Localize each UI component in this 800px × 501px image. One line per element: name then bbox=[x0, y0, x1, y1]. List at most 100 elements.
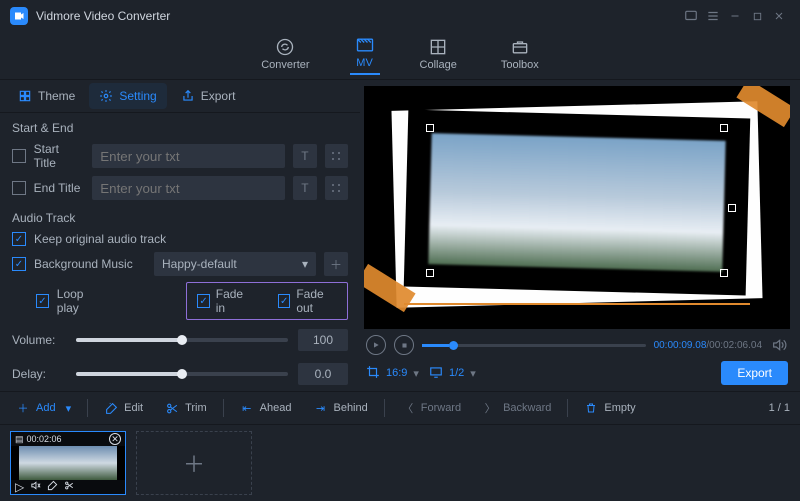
add-clip-button[interactable]: ＋ bbox=[136, 431, 252, 495]
start-title-checkbox[interactable] bbox=[12, 149, 26, 163]
crop-handle[interactable] bbox=[426, 124, 434, 132]
chevron-down-icon: ▾ bbox=[66, 402, 72, 415]
backward-button[interactable]: 〉Backward bbox=[477, 397, 557, 419]
add-music-button[interactable]: ＋ bbox=[324, 252, 348, 276]
export-button[interactable]: Export bbox=[721, 361, 788, 385]
fade-out-checkbox[interactable]: ✓ bbox=[278, 294, 290, 308]
loop-label: Loop play bbox=[57, 287, 104, 315]
delay-value[interactable]: 0.0 bbox=[298, 363, 348, 385]
time-display: 00:00:09.08/00:02:06.04 bbox=[654, 340, 762, 351]
add-button[interactable]: ＋Add▾ bbox=[10, 397, 77, 419]
play-clip-icon[interactable]: ▷ bbox=[15, 480, 24, 494]
tab-label: Theme bbox=[38, 89, 75, 103]
toolbox-icon bbox=[509, 37, 531, 57]
tab-theme[interactable]: Theme bbox=[8, 83, 85, 109]
nav-label: Toolbox bbox=[501, 59, 539, 71]
screen-icon bbox=[429, 365, 443, 382]
section-start-end: Start & End bbox=[0, 113, 360, 139]
tab-setting[interactable]: Setting bbox=[89, 83, 166, 109]
maximize-icon[interactable] bbox=[746, 5, 768, 27]
delay-slider[interactable] bbox=[76, 372, 288, 376]
screens-select[interactable]: 1/2 ▾ bbox=[429, 365, 476, 382]
keep-original-label: Keep original audio track bbox=[34, 232, 166, 246]
bg-music-value: Happy-default bbox=[162, 257, 237, 271]
trim-clip-icon[interactable] bbox=[64, 480, 75, 494]
tab-label: Setting bbox=[119, 89, 156, 103]
page-count: 1 / 1 bbox=[769, 402, 790, 414]
bg-music-select[interactable]: Happy-default ▾ bbox=[154, 252, 316, 276]
nav-toolbox[interactable]: Toolbox bbox=[497, 35, 543, 75]
app-logo bbox=[10, 7, 28, 25]
keep-original-checkbox[interactable]: ✓ bbox=[12, 232, 26, 246]
text-style-icon[interactable]: T bbox=[293, 176, 316, 200]
edit-button[interactable]: Edit bbox=[98, 397, 149, 419]
forward-button[interactable]: 〈Forward bbox=[395, 397, 467, 419]
minimize-icon[interactable] bbox=[724, 5, 746, 27]
wand-icon bbox=[104, 401, 118, 415]
plus-icon: ＋ bbox=[16, 401, 30, 415]
text-style-icon[interactable]: T bbox=[293, 144, 316, 168]
collage-icon bbox=[427, 37, 449, 57]
bg-music-checkbox[interactable]: ✓ bbox=[12, 257, 26, 271]
nav-label: Collage bbox=[420, 59, 457, 71]
crop-icon bbox=[366, 365, 380, 382]
remove-clip-icon[interactable]: ✕ bbox=[109, 433, 121, 445]
behind-button[interactable]: ⇥Behind bbox=[307, 397, 373, 419]
nav-collage[interactable]: Collage bbox=[416, 35, 461, 75]
chevron-down-icon: ▾ bbox=[413, 367, 419, 380]
chevron-down-icon: ▾ bbox=[470, 367, 476, 380]
nav-mv[interactable]: MV bbox=[350, 33, 380, 75]
behind-icon: ⇥ bbox=[313, 401, 327, 415]
volume-value[interactable]: 100 bbox=[298, 329, 348, 351]
volume-slider[interactable] bbox=[76, 338, 288, 342]
edit-clip-icon[interactable] bbox=[47, 480, 58, 494]
menu-icon[interactable] bbox=[702, 5, 724, 27]
gear-icon bbox=[99, 89, 113, 103]
app-title: Vidmore Video Converter bbox=[36, 9, 170, 23]
fade-out-label: Fade out bbox=[296, 287, 337, 315]
tab-label: Export bbox=[201, 89, 236, 103]
nav-label: Converter bbox=[261, 59, 309, 71]
filmstrip-icon: ▤ bbox=[15, 434, 24, 445]
stop-button[interactable] bbox=[394, 335, 414, 355]
scissors-icon bbox=[165, 401, 179, 415]
ahead-button[interactable]: ⇤Ahead bbox=[234, 397, 298, 419]
crop-handle[interactable] bbox=[728, 204, 736, 212]
ahead-icon: ⇤ bbox=[240, 401, 254, 415]
crop-handle[interactable] bbox=[720, 269, 728, 277]
nav-converter[interactable]: Converter bbox=[257, 35, 313, 75]
section-audio-track: Audio Track bbox=[0, 203, 360, 229]
trim-button[interactable]: Trim bbox=[159, 397, 213, 419]
mv-icon bbox=[354, 35, 376, 55]
close-icon[interactable] bbox=[768, 5, 790, 27]
text-align-icon[interactable] bbox=[325, 144, 348, 168]
fade-in-checkbox[interactable]: ✓ bbox=[197, 294, 209, 308]
clip-thumbnail[interactable]: ▤00:02:06 ✕ ▷ bbox=[10, 431, 126, 495]
stripe-decoration bbox=[404, 303, 750, 305]
aspect-select[interactable]: 16:9 ▾ bbox=[366, 365, 419, 382]
empty-button[interactable]: Empty bbox=[578, 397, 641, 419]
end-title-input[interactable] bbox=[92, 176, 285, 200]
mute-clip-icon[interactable] bbox=[30, 480, 41, 494]
backward-icon: 〉 bbox=[483, 401, 497, 415]
bg-music-label: Background Music bbox=[34, 257, 146, 271]
tab-export[interactable]: Export bbox=[171, 83, 246, 109]
export-icon bbox=[181, 89, 195, 103]
end-title-label: End Title bbox=[34, 181, 85, 195]
crop-handle[interactable] bbox=[426, 269, 434, 277]
end-title-checkbox[interactable] bbox=[12, 181, 26, 195]
fade-highlight: ✓ Fade in ✓ Fade out bbox=[186, 282, 348, 320]
forward-icon: 〈 bbox=[401, 401, 415, 415]
video-preview[interactable] bbox=[364, 86, 790, 329]
start-title-label: Start Title bbox=[34, 142, 85, 170]
feedback-icon[interactable] bbox=[680, 5, 702, 27]
seek-slider[interactable] bbox=[422, 344, 646, 347]
start-title-input[interactable] bbox=[92, 144, 285, 168]
loop-checkbox[interactable]: ✓ bbox=[36, 294, 49, 308]
text-align-icon[interactable] bbox=[325, 176, 348, 200]
theme-icon bbox=[18, 89, 32, 103]
plus-icon: ＋ bbox=[183, 447, 205, 479]
play-button[interactable] bbox=[366, 335, 386, 355]
crop-handle[interactable] bbox=[720, 124, 728, 132]
volume-icon[interactable] bbox=[770, 336, 788, 354]
